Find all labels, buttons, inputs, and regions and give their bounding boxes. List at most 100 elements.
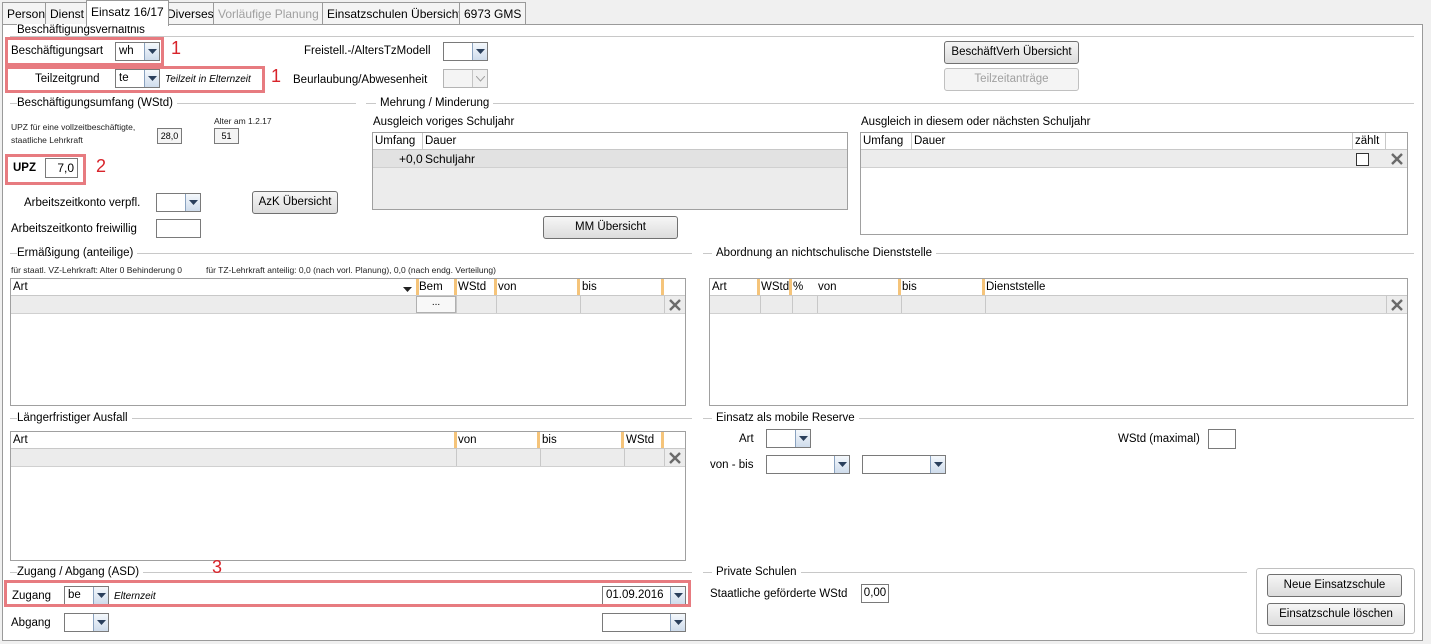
tab-vorlaeufige-planung: Vorläufige Planung (213, 2, 324, 24)
delete-row-icon[interactable] (667, 297, 683, 313)
highlight-teilzeitgrund (5, 66, 265, 93)
reserve-bis-date[interactable] (862, 455, 946, 474)
table-row[interactable] (861, 150, 1407, 168)
reserve-von-bis-label: von - bis (710, 459, 754, 471)
freistell-select[interactable] (443, 42, 488, 61)
reserve-art-select[interactable] (766, 429, 811, 448)
beschaeftverh-uebersicht-button[interactable]: BeschäftVerh Übersicht (944, 41, 1079, 64)
col-separator (454, 432, 457, 448)
abgang-label: Abgang (11, 617, 51, 629)
sort-desc-icon[interactable] (403, 284, 412, 296)
col-wstd: WStd (458, 281, 487, 293)
azk-verpfl-select[interactable] (156, 193, 201, 212)
abgang-select[interactable] (64, 613, 109, 632)
tab-dienst[interactable]: Dienst (45, 2, 90, 24)
col-separator (494, 279, 497, 295)
tab-person[interactable]: Person (2, 2, 51, 24)
col-separator (664, 449, 665, 466)
section-beschaeftigungsumfang: Beschäftigungsumfang (WStd) (17, 97, 177, 109)
col-separator (901, 296, 902, 313)
zaehlt-checkbox[interactable] (1356, 153, 1369, 166)
ausfall-grid[interactable]: Art von bis WStd (10, 431, 686, 561)
einsatzschule-loeschen-button[interactable]: Einsatzschule löschen (1267, 603, 1405, 626)
chevron-down-icon[interactable] (185, 194, 200, 211)
ermaessigung-note-tz: für TZ-Lehrkraft anteilig: 0,0 (nach vor… (206, 265, 496, 275)
col-separator (661, 279, 664, 295)
col-von: von (818, 281, 837, 293)
col-separator (580, 296, 581, 313)
col-umfang: Umfang (863, 135, 904, 147)
annotation-number-2: 2 (96, 156, 107, 176)
chevron-down-icon[interactable] (472, 43, 487, 60)
col-separator (898, 279, 901, 295)
neue-einsatzschule-button[interactable]: Neue Einsatzschule (1267, 574, 1402, 597)
col-art: Art (13, 281, 28, 293)
mm-uebersicht-button[interactable]: MM Übersicht (543, 216, 678, 239)
section-divider (366, 103, 1414, 104)
abgang-date[interactable] (602, 613, 686, 632)
azk-freiwillig-label: Arbeitszeitkonto freiwillig (11, 223, 137, 235)
table-row[interactable] (11, 449, 685, 467)
delete-row-icon[interactable] (667, 450, 683, 466)
tab-6973-gms[interactable]: 6973 GMS (459, 2, 527, 24)
section-laengerfristiger-ausfall: Längerfristiger Ausfall (17, 412, 132, 424)
reserve-wstd-label: WStd (maximal) (1118, 433, 1200, 445)
col-separator (817, 296, 818, 313)
tab-einsatzschulen-uebersicht[interactable]: Einsatzschulen Übersicht (322, 2, 467, 24)
chevron-down-icon[interactable] (930, 456, 945, 473)
reserve-wstd-input[interactable] (1208, 429, 1236, 449)
col-separator (456, 449, 457, 466)
reserve-art-label: Art (739, 433, 754, 445)
col-von: von (458, 434, 477, 446)
azk-freiwillig-input[interactable] (156, 219, 201, 238)
chevron-down-icon[interactable] (795, 430, 810, 447)
col-von: von (498, 281, 517, 293)
reserve-von-date[interactable] (766, 455, 850, 474)
col-umfang: Umfang (375, 135, 416, 147)
tab-diverses[interactable]: Diverses (162, 2, 219, 24)
private-wstd-label: Staatliche geförderte WStd (710, 588, 848, 600)
col-bis: bis (542, 434, 557, 446)
chevron-down-icon[interactable] (834, 456, 849, 473)
section-mehrung-minderung: Mehrung / Minderung (376, 97, 494, 109)
col-bis: bis (902, 281, 917, 293)
abordnung-grid[interactable]: Art WStd % von bis Dienststelle (709, 278, 1408, 406)
highlight-upz (5, 154, 86, 185)
annotation-number-3: 3 (212, 557, 223, 577)
annotation-number-1: 1 (271, 66, 282, 86)
col-separator (757, 279, 760, 295)
col-separator (789, 279, 792, 295)
bem-ellipsis-button[interactable]: ... (416, 296, 456, 313)
ausgleich-naechstes-title: Ausgleich in diesem oder nächsten Schulj… (861, 116, 1091, 128)
col-percent: % (793, 281, 804, 293)
alter-value: 51 (214, 128, 239, 144)
table-row[interactable]: +0,0 Schuljahr (373, 150, 847, 168)
section-divider (10, 36, 1414, 37)
col-wstd: WStd (761, 281, 790, 293)
azk-uebersicht-button[interactable]: AzK Übersicht (252, 191, 338, 214)
chevron-down-icon[interactable] (93, 614, 108, 631)
ausgleich-naechstes-grid[interactable]: Umfang Dauer zählt (860, 132, 1408, 235)
tab-einsatz[interactable]: Einsatz 16/17 (86, 0, 169, 26)
upz-vz-desc-line1: UPZ für eine vollzeitbeschäftigte, (11, 122, 136, 132)
col-separator (985, 296, 986, 313)
delete-row-icon[interactable] (1389, 297, 1405, 313)
upz-vz-desc-line2: staatliche Lehrkraft (11, 135, 83, 145)
col-dauer: Dauer (914, 135, 946, 147)
col-separator (540, 449, 541, 466)
col-dienststelle: Dienststelle (986, 281, 1046, 293)
ermaessigung-grid[interactable]: Art Bem WStd von bis ... (10, 278, 686, 406)
highlight-beschaeftigungsart (5, 37, 164, 66)
private-wstd-value[interactable]: 0,00 (861, 584, 889, 603)
section-abordnung: Abordnung an nichtschulische Dienststell… (712, 247, 937, 259)
col-separator (537, 432, 540, 448)
annotation-number-1: 1 (171, 38, 182, 58)
chevron-down-icon[interactable] (670, 614, 685, 631)
teilzeitantraege-button: Teilzeitanträge (944, 68, 1079, 91)
delete-row-icon[interactable] (1389, 151, 1405, 167)
table-row[interactable] (710, 296, 1407, 314)
col-separator (664, 296, 665, 313)
table-row[interactable]: ... (11, 296, 685, 314)
ausgleich-voriges-grid[interactable]: Umfang Dauer +0,0 Schuljahr (372, 132, 848, 210)
col-bem: Bem (419, 281, 443, 293)
